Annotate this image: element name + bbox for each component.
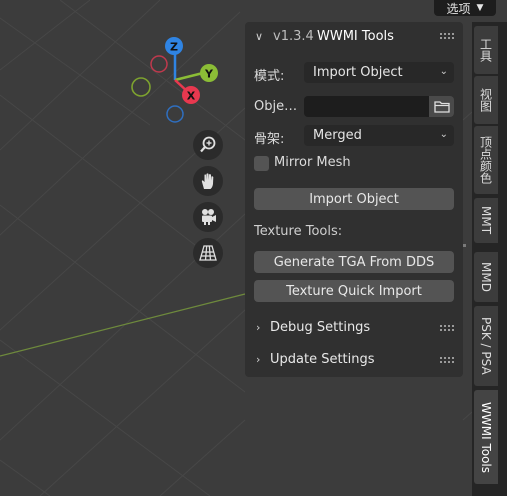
tab-view[interactable]: 视图 — [474, 76, 498, 124]
svg-text:Z: Z — [170, 41, 178, 54]
object-label: Obje… — [254, 99, 298, 114]
panel-header[interactable]: ∨ v1.3.4 WWMI Tools — [245, 22, 463, 52]
svg-text:Y: Y — [204, 68, 214, 81]
x-axis-handle[interactable]: X — [182, 86, 200, 104]
tab-vertex-colors[interactable]: 顶点颜色 — [474, 126, 498, 194]
camera-icon — [202, 209, 216, 225]
texture-quick-import-button[interactable]: Texture Quick Import — [254, 280, 454, 302]
negative-z-axis[interactable] — [166, 105, 184, 123]
import-object-button[interactable]: Import Object — [254, 188, 454, 210]
grid-perspective-icon — [199, 245, 217, 261]
tab-mmd[interactable]: MMD — [474, 252, 498, 302]
tab-tools[interactable]: 工具 — [474, 26, 498, 74]
hand-pan-icon — [201, 173, 214, 189]
drag-handle-icon[interactable] — [440, 325, 456, 333]
negative-x-axis[interactable] — [150, 55, 168, 73]
mirror-mesh-label[interactable]: Mirror Mesh — [274, 155, 351, 170]
debug-settings-title: Debug Settings — [270, 320, 371, 335]
mirror-mesh-checkbox[interactable] — [254, 156, 269, 171]
skeleton-select[interactable]: Merged ⌄ — [304, 125, 454, 146]
chevron-down-icon[interactable]: ∨ — [255, 30, 263, 43]
tab-psk-psa[interactable]: PSK / PSA — [474, 306, 498, 386]
update-settings-title: Update Settings — [270, 352, 375, 367]
tab-label: 工具 — [478, 38, 493, 62]
tab-label: 顶点颜色 — [478, 136, 493, 184]
drag-handle-icon[interactable] — [440, 357, 456, 365]
skeleton-label: 骨架: — [254, 132, 285, 147]
zoom-icon — [200, 136, 216, 153]
panel-title: WWMI Tools — [317, 29, 394, 44]
pan-button[interactable] — [193, 166, 223, 196]
chevron-down-icon: ⌄ — [439, 66, 448, 77]
z-axis-handle[interactable]: Z — [165, 37, 183, 55]
object-path-input[interactable] — [304, 96, 429, 117]
panel-version: v1.3.4 — [273, 29, 314, 44]
mode-select-value: Import Object — [313, 65, 403, 80]
tab-label: MMD — [479, 262, 493, 292]
camera-view-button[interactable] — [193, 202, 223, 232]
generate-tga-button[interactable]: Generate TGA From DDS — [254, 251, 454, 273]
svg-text:X: X — [187, 90, 196, 103]
tab-label: MMT — [479, 206, 493, 235]
tab-mmt[interactable]: MMT — [474, 198, 498, 243]
perspective-toggle-button[interactable] — [193, 238, 223, 268]
view-options-dropdown[interactable]: 选项 ▼ — [434, 0, 496, 16]
mode-label: 模式: — [254, 69, 285, 84]
tab-wwmi-tools[interactable]: WWMI Tools — [474, 390, 498, 484]
tab-label: 视图 — [478, 88, 493, 112]
debug-settings-subpanel[interactable]: › Debug Settings — [245, 314, 463, 344]
drag-handle-icon[interactable] — [440, 33, 456, 41]
view-options-label: 选项 — [446, 1, 471, 16]
navigation-gizmo[interactable]: Z Y X — [125, 33, 225, 128]
chevron-down-icon: ▼ — [476, 3, 484, 13]
mode-select[interactable]: Import Object ⌄ — [304, 62, 454, 83]
negative-y-axis[interactable] — [131, 77, 151, 97]
chevron-right-icon: › — [256, 353, 261, 366]
chevron-right-icon: › — [256, 321, 261, 334]
skeleton-select-value: Merged — [313, 128, 362, 143]
zoom-button[interactable] — [193, 130, 223, 160]
texture-tools-label: Texture Tools: — [254, 224, 343, 239]
tab-label: WWMI Tools — [479, 401, 493, 473]
browse-folder-button[interactable] — [429, 96, 454, 117]
y-axis-handle[interactable]: Y — [200, 64, 218, 82]
region-edge-marker — [463, 244, 466, 247]
folder-icon — [433, 101, 450, 113]
update-settings-subpanel[interactable]: › Update Settings — [245, 346, 463, 376]
wwmi-tools-panel: ∨ v1.3.4 WWMI Tools 模式: Import Object ⌄ … — [245, 22, 463, 377]
chevron-down-icon: ⌄ — [439, 129, 448, 140]
tab-label: PSK / PSA — [479, 317, 493, 375]
sidebar-tabs: 工具 视图 顶点颜色 MMT MMD PSK / PSA WWMI Tools — [472, 22, 507, 496]
